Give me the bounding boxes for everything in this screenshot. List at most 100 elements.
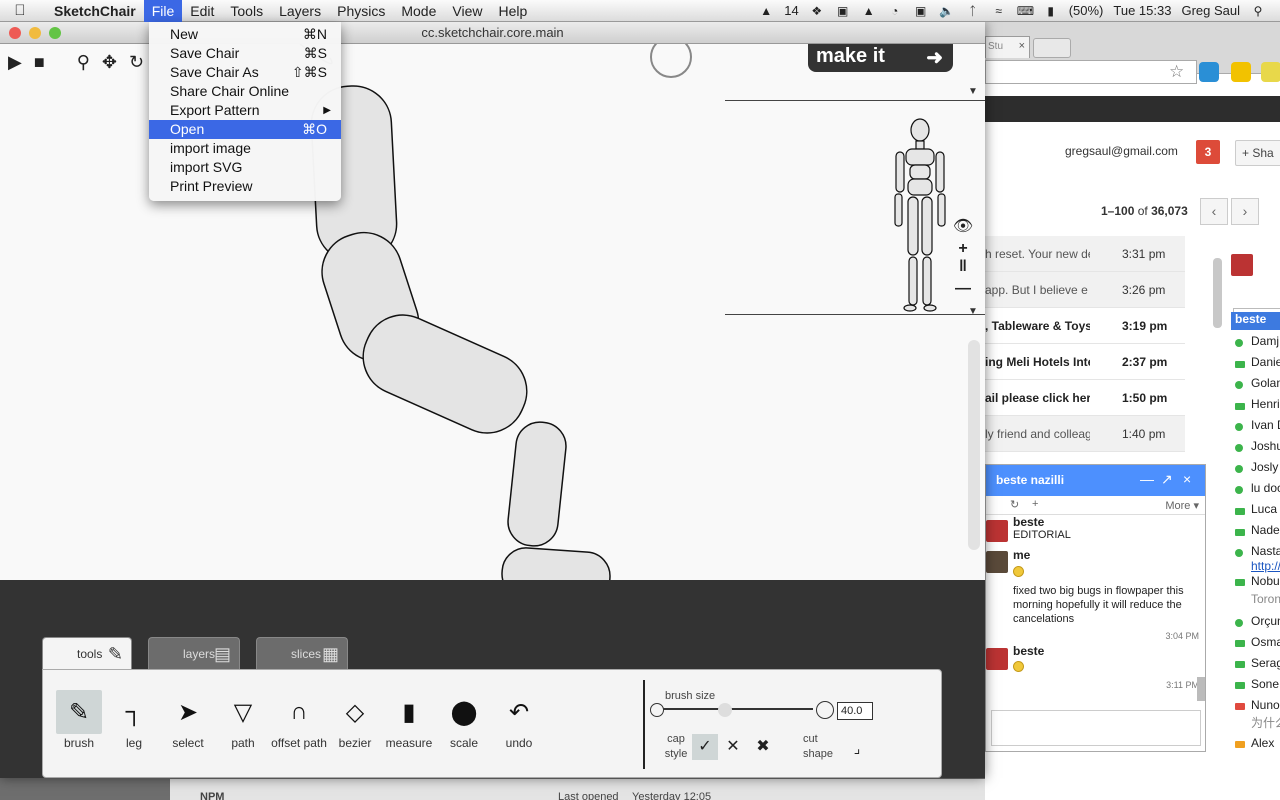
tool-leg[interactable]: ┐ leg: [107, 690, 161, 750]
menu-physics[interactable]: Physics: [329, 0, 393, 22]
slider-max-knob[interactable]: [816, 701, 834, 719]
menu-edit[interactable]: Edit: [182, 0, 222, 22]
stop-icon[interactable]: ■: [34, 52, 45, 73]
close-icon[interactable]: ×: [1019, 40, 1025, 52]
menu-item-import-image[interactable]: import image: [149, 139, 341, 158]
tool-select[interactable]: ➤ select: [161, 690, 215, 751]
upload-icon[interactable]: ▲: [861, 4, 877, 18]
menu-file[interactable]: File: [143, 0, 183, 22]
email-row[interactable]: ail please click here 1:50 pm: [985, 380, 1185, 416]
dropbox-icon[interactable]: ❖: [809, 4, 825, 18]
pan-icon[interactable]: ✥: [102, 52, 117, 73]
contact-item[interactable]: Joshu: [1251, 439, 1280, 457]
chevron-down-icon[interactable]: ▼: [968, 86, 978, 97]
chevron-down-icon[interactable]: ▼: [968, 306, 978, 317]
notification-badge[interactable]: 3: [1196, 140, 1220, 164]
email-row[interactable]: app. But I believe e 3:26 pm: [985, 272, 1185, 308]
tool-undo[interactable]: ↶ undo: [492, 690, 546, 751]
star-icon[interactable]: ☆: [1169, 62, 1184, 82]
chat-header[interactable]: beste nazilli — ↗ ×: [986, 465, 1205, 496]
menu-item-export-pattern[interactable]: Export Pattern ▶: [149, 101, 341, 120]
contact-item[interactable]: beste: [1231, 312, 1280, 330]
contact-item[interactable]: Golan: [1251, 376, 1280, 394]
popout-icon[interactable]: ↗: [1161, 471, 1173, 488]
close-icon[interactable]: ×: [1183, 471, 1191, 487]
contact-item[interactable]: Josly: [1251, 460, 1280, 478]
ergonomic-figure[interactable]: [888, 116, 952, 312]
tab-slices[interactable]: slices ▦: [256, 637, 348, 671]
scrollbar[interactable]: [1197, 677, 1205, 701]
scrollbar[interactable]: [968, 340, 980, 550]
menu-layers[interactable]: Layers: [271, 0, 329, 22]
share-button[interactable]: + Sha: [1235, 140, 1280, 166]
contact-item[interactable]: Henri: [1251, 397, 1280, 415]
contact-item[interactable]: Alex: [1251, 736, 1280, 754]
cap-style-square-icon[interactable]: ✕: [720, 734, 746, 760]
tool-path[interactable]: ▽ path: [216, 690, 270, 751]
bluetooth-icon[interactable]: ᛏ: [965, 4, 981, 18]
minus-icon[interactable]: —: [952, 280, 974, 298]
spotlight-icon[interactable]: ⚲: [1250, 4, 1266, 18]
tool-brush[interactable]: ✎ brush: [56, 690, 102, 750]
menu-item-import-svg[interactable]: import SVG: [149, 158, 341, 177]
battery-icon[interactable]: ▮: [1043, 4, 1059, 18]
next-page-icon[interactable]: ›: [1231, 198, 1259, 225]
email-row[interactable]: h reset. Your new de 3:31 pm: [985, 236, 1185, 272]
menu-item-new[interactable]: New ⌘N: [149, 25, 341, 44]
user-name[interactable]: Greg Saul: [1181, 3, 1240, 18]
eye-icon[interactable]: 👁: [952, 216, 974, 236]
tool-measure[interactable]: ▮ measure: [382, 690, 436, 751]
menu-item-open[interactable]: Open ⌘O: [149, 120, 341, 139]
contact-item[interactable]: Sone: [1251, 677, 1280, 695]
close-window-button[interactable]: [9, 27, 21, 39]
add-person-icon[interactable]: +: [1032, 498, 1038, 510]
slider-min-knob[interactable]: [650, 703, 664, 717]
minimize-window-button[interactable]: [29, 27, 41, 39]
volume-icon[interactable]: 🔈: [939, 4, 955, 18]
menu-item-share-chair-online[interactable]: Share Chair Online: [149, 82, 341, 101]
display-icon[interactable]: ▣: [913, 4, 929, 18]
menu-item-print-preview[interactable]: Print Preview: [149, 177, 341, 196]
menu-item-save-chair-as[interactable]: Save Chair As ⇧⌘S: [149, 63, 341, 82]
contact-item[interactable]: Damj: [1251, 334, 1280, 352]
make-it-button[interactable]: make it ➜: [808, 44, 953, 72]
email-row[interactable]: , Tableware & Toys 3:19 pm: [985, 308, 1185, 344]
extension-icon[interactable]: [1231, 62, 1251, 82]
chat-input[interactable]: [991, 710, 1201, 746]
cap-style-round-icon[interactable]: ✓: [692, 734, 718, 760]
height-slider[interactable]: ‖: [952, 258, 974, 276]
tab-tools[interactable]: tools ✎: [42, 637, 132, 673]
menu-view[interactable]: View: [444, 0, 490, 22]
menu-help[interactable]: Help: [490, 0, 535, 22]
rotate-icon[interactable]: ↻: [129, 52, 144, 73]
tool-offset-path[interactable]: ∩ offset path: [267, 690, 331, 750]
scrollbar[interactable]: [1213, 258, 1222, 328]
play-icon[interactable]: ▶: [8, 52, 22, 73]
contact-item[interactable]: Nobu: [1251, 574, 1280, 592]
contact-item[interactable]: Ivan D: [1251, 418, 1280, 436]
chair-sketch[interactable]: [0, 44, 985, 580]
apple-icon[interactable]: : [0, 2, 40, 19]
contact-item[interactable]: Luca: [1251, 502, 1280, 520]
menu-mode[interactable]: Mode: [393, 0, 444, 22]
design-canvas[interactable]: ▶ ■ ⚲ ✥ ↻ make it ➜ ▼ 👁 + ‖ — ▼: [0, 44, 985, 580]
tab-layers[interactable]: layers ▤: [148, 637, 240, 671]
adobe-icon[interactable]: ▲: [758, 4, 774, 18]
slider-handle[interactable]: [718, 703, 732, 717]
evernote-icon[interactable]: ▣: [835, 4, 851, 18]
plus-icon[interactable]: +: [952, 240, 974, 258]
clock[interactable]: Tue 15:33: [1113, 3, 1171, 18]
menu-tools[interactable]: Tools: [222, 0, 271, 22]
brush-size-field[interactable]: 40.0: [837, 702, 873, 720]
contact-item[interactable]: Orçun: [1251, 614, 1280, 632]
call-icon[interactable]: ↻: [1010, 498, 1019, 511]
contact-item[interactable]: Nade: [1251, 523, 1280, 541]
window-titlebar[interactable]: cc.sketchchair.core.main: [0, 22, 985, 44]
brush-size-slider[interactable]: [661, 708, 813, 710]
time-machine-icon[interactable]: ◔: [887, 4, 903, 18]
extension-icon[interactable]: [1199, 62, 1219, 82]
menu-item-save-chair[interactable]: Save Chair ⌘S: [149, 44, 341, 63]
prev-page-icon[interactable]: ‹: [1200, 198, 1228, 225]
keyboard-icon[interactable]: ⌨: [1017, 4, 1034, 18]
new-tab-button[interactable]: [1033, 38, 1071, 58]
